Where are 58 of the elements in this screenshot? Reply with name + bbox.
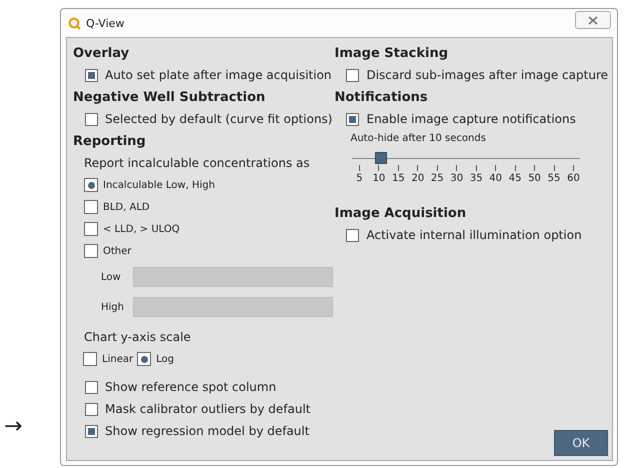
field-label: Low <box>101 272 122 282</box>
tick-label: 25 <box>430 173 444 184</box>
radio-label: Log <box>156 354 174 364</box>
radio-button[interactable] <box>137 352 152 366</box>
radio-label: Linear <box>102 354 134 364</box>
tick-label: 35 <box>470 173 483 184</box>
checkbox-label: Selected by default (curve fit options) <box>105 112 332 126</box>
radio-label: BLD, ALD <box>103 202 150 212</box>
tick-label: 60 <box>567 173 580 184</box>
section-heading: Notifications <box>334 89 429 107</box>
prompt-text: Report incalculable concentrations as <box>83 155 311 172</box>
tick-label: 30 <box>450 173 464 184</box>
tick-label: 55 <box>548 173 560 184</box>
section-heading: Image Acquisition <box>334 205 468 223</box>
checkbox-label: Auto set plate after image acquisition <box>105 68 332 82</box>
checkbox[interactable] <box>85 112 98 126</box>
radio-button[interactable] <box>83 352 97 366</box>
tick-label: 10 <box>372 173 386 184</box>
slider-label: Auto-hide after 10 seconds <box>349 132 487 146</box>
checkbox-label: Discard sub-images after image capture <box>366 68 608 82</box>
checkbox-label: Activate internal illumination option <box>366 228 582 242</box>
checkbox[interactable] <box>346 228 360 242</box>
checkbox[interactable] <box>85 380 98 394</box>
checkbox[interactable] <box>85 68 98 82</box>
radio-button[interactable] <box>84 200 98 214</box>
section-heading: Negative Well Subtraction <box>73 89 266 107</box>
radio-label: Incalculable Low, High <box>103 180 215 190</box>
ok-button[interactable]: OK <box>554 430 608 456</box>
logo-icon <box>68 16 81 30</box>
radio-label: < LLD, > ULOQ <box>103 224 180 234</box>
radio-label: Other <box>103 246 132 256</box>
tick-label: 50 <box>528 173 541 184</box>
checkbox[interactable] <box>346 68 360 82</box>
section-heading: Reporting <box>73 133 147 151</box>
checkbox[interactable] <box>346 112 360 126</box>
section-heading: Image Stacking <box>334 45 450 63</box>
checkbox-label: Mask calibrator outliers by default <box>105 402 310 416</box>
section-heading: Overlay <box>73 45 130 63</box>
checkbox[interactable] <box>85 402 98 416</box>
field-label: High <box>101 302 125 312</box>
tick-label: 40 <box>489 173 502 184</box>
tick-label: 15 <box>392 173 405 184</box>
slider-thumb[interactable] <box>375 152 388 164</box>
window-title: Q-View <box>86 16 124 30</box>
arrow: → <box>3 416 24 438</box>
scale-label: Chart y-axis scale <box>83 329 192 346</box>
checkbox[interactable] <box>85 424 98 438</box>
checkbox-label: Show regression model by default <box>105 424 310 438</box>
checkbox-label: Show reference spot column <box>105 380 276 394</box>
tick-label: 20 <box>411 173 424 184</box>
radio-button[interactable] <box>84 178 98 192</box>
tick-label: 45 <box>508 173 522 184</box>
close-icon <box>588 16 598 24</box>
radio-button[interactable] <box>84 222 98 236</box>
close-button[interactable] <box>575 11 611 29</box>
radio-button[interactable] <box>84 244 98 258</box>
tick-label: 5 <box>356 173 363 184</box>
checkbox-label: Enable image capture notifications <box>366 112 576 126</box>
